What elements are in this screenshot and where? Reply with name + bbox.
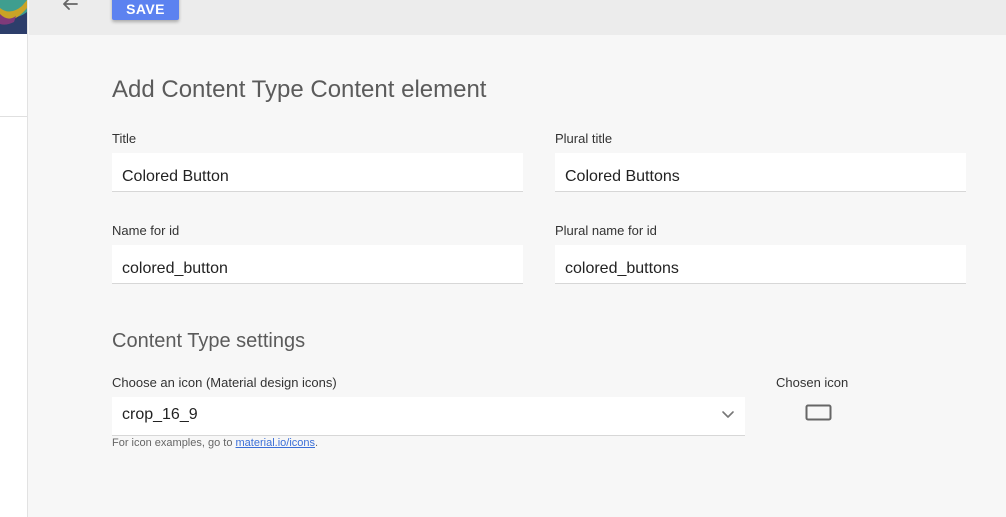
plural-name-id-label: Plural name for id xyxy=(555,223,657,238)
material-icons-link[interactable]: material.io/icons xyxy=(236,437,315,449)
sidebar-divider xyxy=(0,116,27,117)
title-field-group: Title xyxy=(112,131,523,192)
page-title: Add Content Type Content element xyxy=(112,76,487,103)
chevron-down-icon xyxy=(722,411,734,418)
icon-select-value: crop_16_9 xyxy=(122,406,198,423)
icon-hint-text: For icon examples, go to xyxy=(112,437,236,449)
back-button[interactable] xyxy=(59,0,81,14)
name-id-label: Name for id xyxy=(112,223,180,238)
chosen-icon-label: Chosen icon xyxy=(776,375,849,390)
plural-name-id-input[interactable] xyxy=(555,245,966,284)
save-button[interactable]: SAVE xyxy=(112,0,179,20)
arrow-back-icon xyxy=(63,0,78,10)
plural-title-input[interactable] xyxy=(555,153,966,192)
plural-title-label: Plural title xyxy=(555,131,613,146)
logo-image xyxy=(0,0,27,34)
icon-hint-suffix: . xyxy=(315,437,319,449)
plural-title-field-group: Plural title xyxy=(555,131,966,192)
icon-select-dropdown[interactable]: crop_16_9 xyxy=(112,397,745,436)
top-toolbar: SAVE xyxy=(29,0,1006,35)
title-input[interactable] xyxy=(112,153,523,192)
icon-select-field-group: Choose an icon (Material design icons) c… xyxy=(112,375,745,436)
crop-16-9-icon xyxy=(805,404,832,421)
name-id-input[interactable] xyxy=(112,245,523,284)
sidebar xyxy=(0,0,28,517)
plural-name-id-field-group: Plural name for id xyxy=(555,223,966,284)
name-id-field-group: Name for id xyxy=(112,223,523,284)
title-label: Title xyxy=(112,131,137,146)
settings-section-title: Content Type settings xyxy=(112,330,306,352)
icon-hint: For icon examples, go to material.io/ico… xyxy=(112,437,318,449)
icon-select-label: Choose an icon (Material design icons) xyxy=(112,375,337,390)
site-logo-thumbnail[interactable] xyxy=(0,0,27,34)
chosen-icon-group: Chosen icon xyxy=(776,375,866,421)
